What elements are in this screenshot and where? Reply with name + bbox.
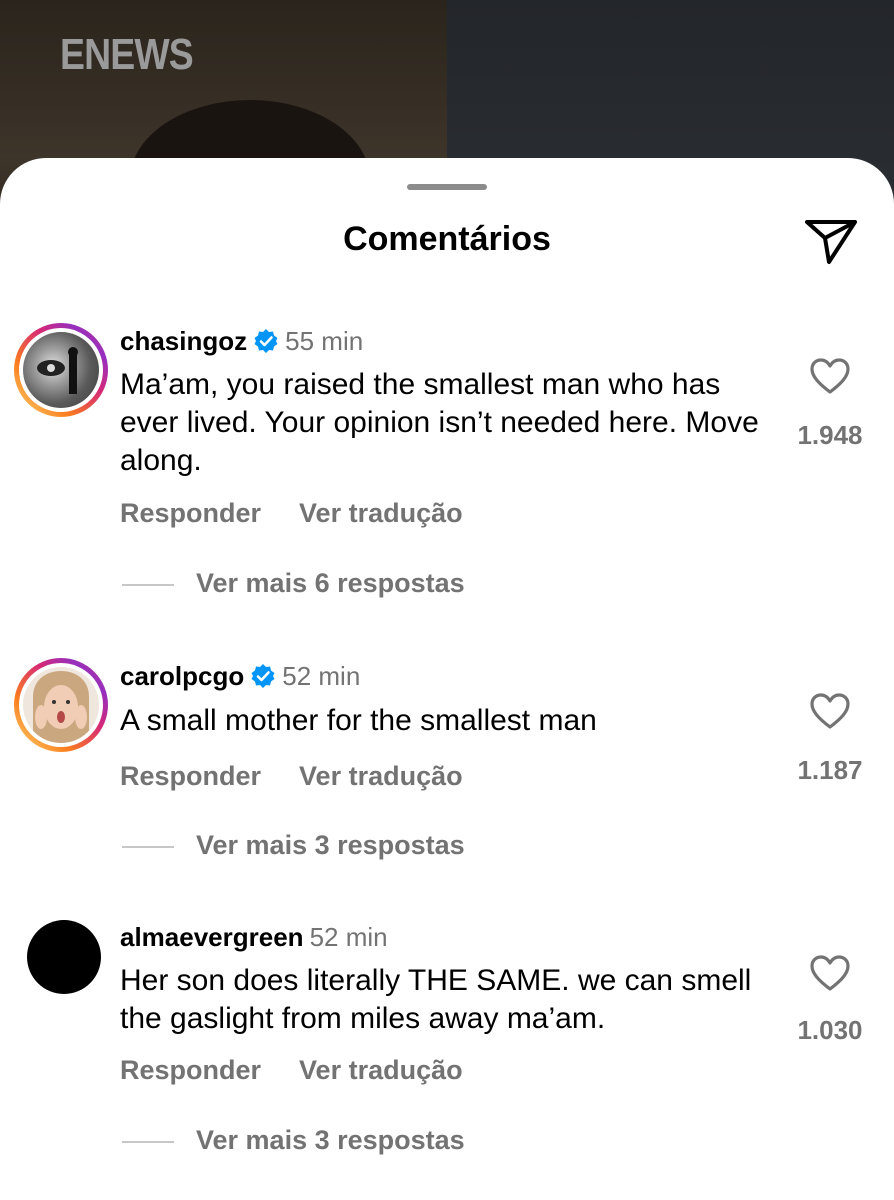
replies-divider-line [122, 583, 174, 586]
avatar-photo [23, 332, 99, 408]
replies-divider-line [122, 1140, 174, 1143]
like-count: 1.030 [797, 1015, 863, 1045]
avatar[interactable] [14, 658, 108, 752]
share-paper-plane-icon[interactable] [803, 216, 859, 266]
verified-badge-icon [251, 664, 275, 688]
reply-button[interactable]: Responder [120, 1055, 261, 1085]
avatar-photo [23, 667, 99, 743]
comment-text: Her son does literally THE SAME. we can … [120, 964, 752, 1035]
enews-logo: ENEWS [60, 30, 194, 79]
comment-time: 52 min [282, 661, 361, 691]
heart-outline-icon[interactable] [808, 953, 852, 993]
view-more-replies-label: Ver mais 6 respostas [196, 568, 465, 598]
view-more-replies-button[interactable]: Ver mais 3 respostas [122, 830, 465, 861]
translate-button[interactable]: Ver tradução [299, 1055, 463, 1085]
reply-button[interactable]: Responder [120, 761, 261, 791]
avatar[interactable] [14, 323, 108, 417]
verified-badge-icon [254, 329, 278, 353]
sheet-grabber-handle[interactable] [407, 184, 487, 190]
reply-button[interactable]: Responder [120, 498, 261, 528]
comment-text: A small mother for the smallest man [120, 704, 597, 737]
comment-text: Ma’am, you raised the smallest man who h… [120, 368, 759, 477]
comment-username[interactable]: chasingoz [120, 326, 247, 356]
view-more-replies-label: Ver mais 3 respostas [196, 1125, 465, 1155]
like-count: 1.948 [797, 420, 863, 450]
view-more-replies-button[interactable]: Ver mais 6 respostas [122, 568, 465, 599]
comment-time: 55 min [285, 326, 364, 356]
comment-username[interactable]: almaevergreen [120, 922, 304, 952]
heart-outline-icon[interactable] [808, 691, 852, 731]
like-count: 1.187 [797, 755, 863, 785]
comment-time: 52 min [309, 922, 388, 952]
view-more-replies-label: Ver mais 3 respostas [196, 830, 465, 860]
comments-sheet: Comentários chasingoz 55 min Ma’am, you r… [0, 158, 894, 1200]
avatar[interactable] [27, 920, 101, 994]
translate-button[interactable]: Ver tradução [299, 498, 463, 528]
comment-username[interactable]: carolpcgo [120, 661, 244, 691]
replies-divider-line [122, 845, 174, 848]
heart-outline-icon[interactable] [808, 356, 852, 396]
translate-button[interactable]: Ver tradução [299, 761, 463, 791]
view-more-replies-button[interactable]: Ver mais 3 respostas [122, 1125, 465, 1156]
sheet-title: Comentários [343, 220, 551, 258]
